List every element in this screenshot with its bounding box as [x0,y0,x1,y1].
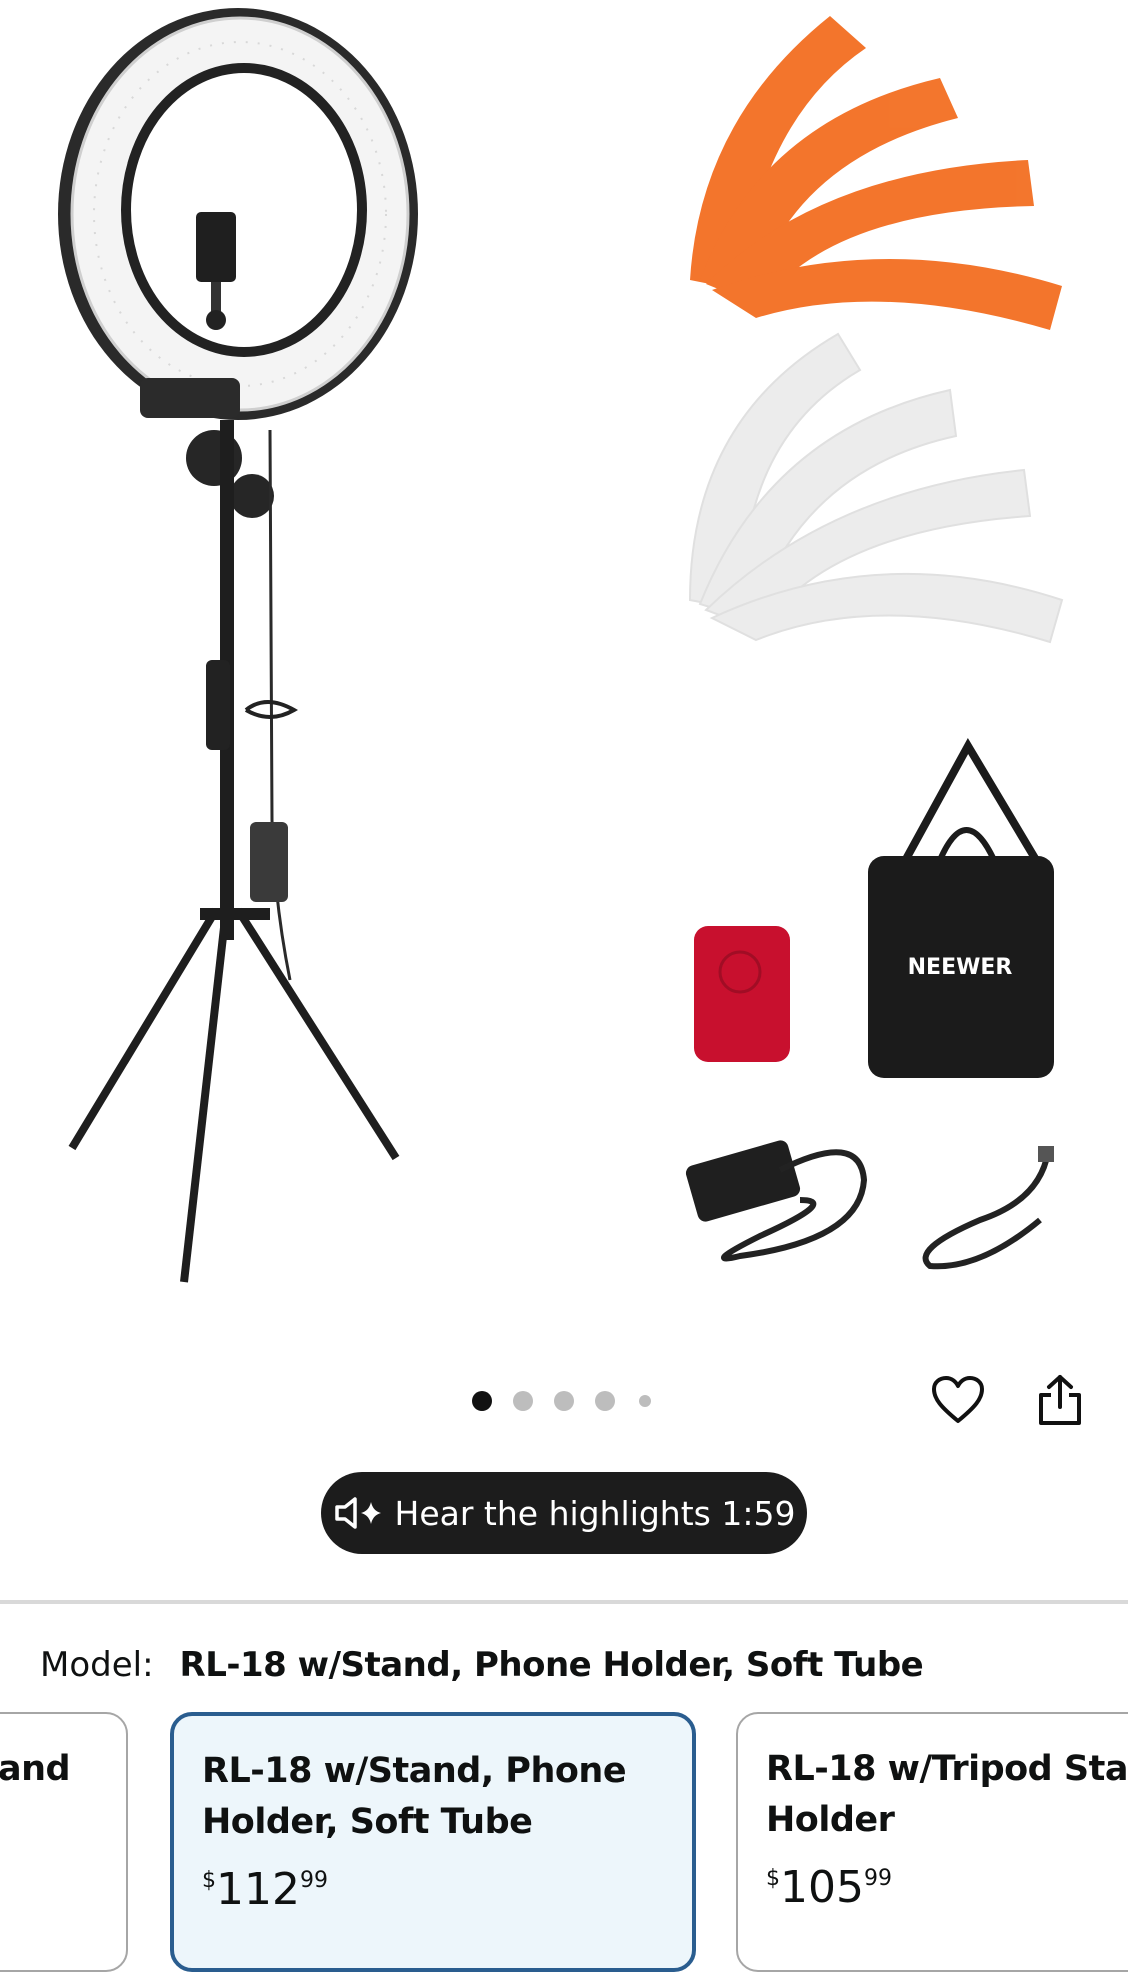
model-option-card[interactable]: RL-18 w/Tripod Stand, Phone Holder $1059… [736,1712,1128,1972]
option-price: $10599 [766,1862,892,1913]
page-dot[interactable] [595,1391,615,1411]
page-dot[interactable] [472,1391,492,1411]
orange-filter-illustration [690,16,1062,330]
hear-highlights-button[interactable]: Hear the highlights 1:59 [321,1472,807,1554]
image-pagination[interactable] [468,1390,658,1412]
option-title: RL-18 w/Stand, Phone Holder, Soft Tube [202,1751,627,1842]
model-option-card-selected[interactable]: RL-18 w/Stand, Phone Holder, Soft Tube $… [170,1712,696,1972]
white-filter-illustration [688,332,1064,644]
model-option-card[interactable]: and [0,1712,128,1972]
page-dot[interactable] [554,1391,574,1411]
share-button[interactable] [1030,1370,1090,1430]
product-image[interactable]: NEEWER [0,0,1128,1330]
heart-icon [932,1376,984,1423]
power-adapter-illustration [685,1140,868,1262]
remote-illustration [694,926,790,1062]
section-divider [0,1600,1128,1604]
power-cable-illustration [922,1146,1054,1270]
carrying-bag-illustration: NEEWER [868,737,1054,1078]
model-selected-value: RL-18 w/Stand, Phone Holder, Soft Tube [179,1645,924,1685]
favorite-button[interactable] [928,1370,988,1430]
model-label: Model: [40,1645,154,1685]
share-icon [1039,1375,1081,1425]
hear-highlights-label: Hear the highlights 1:59 [394,1493,796,1533]
option-title: RL-18 w/Tripod Stand, Phone Holder [766,1749,1128,1840]
page-dot[interactable] [513,1391,533,1411]
ring-light-illustration [58,8,418,1283]
brand-logo: NEEWER [908,955,1013,980]
model-selector-header: Model: RL-18 w/Stand, Phone Holder, Soft… [40,1640,924,1690]
page-dot[interactable] [639,1395,651,1407]
option-price: $11299 [202,1864,328,1915]
speaker-sparkle-icon [333,1496,385,1530]
